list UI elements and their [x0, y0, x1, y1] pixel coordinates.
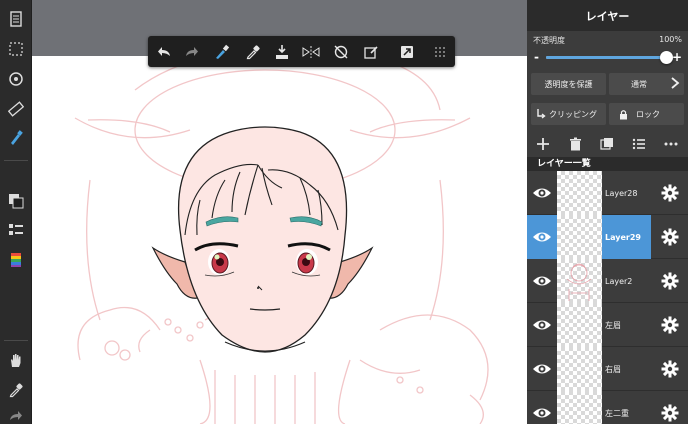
redo-icon[interactable] — [180, 40, 204, 63]
blend-mode-label: 通常 — [631, 79, 647, 89]
layer-panel: レイヤー 不透明度 100% - + 透明度を保護 通常 クリッピング ロック … — [527, 0, 688, 424]
redo-icon[interactable] — [4, 405, 28, 424]
pages-icon[interactable] — [4, 8, 28, 30]
color-icon[interactable] — [4, 249, 28, 271]
visibility-eye-icon[interactable] — [527, 347, 557, 391]
blend-mode-button[interactable]: 通常 — [609, 73, 684, 95]
layer-name: Layer29 — [602, 215, 651, 259]
layer-list-icon[interactable] — [4, 219, 28, 241]
toolbar-divider — [4, 160, 28, 161]
panel-title: レイヤー — [527, 0, 688, 31]
layer-thumbnail — [557, 215, 602, 259]
grid-menu-icon[interactable] — [428, 40, 452, 63]
layers-icon[interactable] — [4, 190, 28, 212]
layer-name: 左眉 — [605, 320, 621, 330]
lock-icon — [619, 109, 628, 120]
protect-alpha-button[interactable]: 透明度を保護 — [531, 73, 606, 95]
visibility-eye-icon[interactable] — [527, 259, 557, 303]
app-window: レイヤー 不透明度 100% - + 透明度を保護 通常 クリッピング ロック … — [0, 0, 688, 424]
visibility-eye-icon[interactable] — [527, 391, 557, 424]
layer-list-title: レイヤー一覧 — [527, 157, 688, 171]
opacity-value: 100% — [659, 35, 682, 44]
ruler-icon[interactable] — [4, 98, 28, 120]
opacity-slider-fill — [546, 56, 666, 59]
gear-icon[interactable] — [657, 215, 683, 259]
gear-icon[interactable] — [657, 391, 683, 424]
more-options-icon[interactable] — [661, 134, 681, 154]
undo-icon[interactable] — [152, 40, 176, 63]
add-layer-icon[interactable] — [533, 134, 553, 154]
gear-icon[interactable] — [657, 171, 683, 215]
rotate-icon[interactable] — [329, 40, 353, 63]
layer-row[interactable]: Layer2 — [527, 259, 688, 303]
lock-button[interactable]: ロック — [609, 103, 684, 125]
trash-icon[interactable] — [565, 134, 585, 154]
clipping-button[interactable]: クリッピング — [531, 103, 606, 125]
protect-alpha-label: 透明度を保護 — [544, 79, 593, 89]
layer-name: Layer2 — [605, 276, 633, 286]
layer-name: 左二重 — [605, 408, 629, 418]
clipping-icon — [536, 108, 546, 120]
layer-row[interactable]: Layer29 — [527, 215, 688, 259]
layer-actions — [527, 131, 688, 157]
visibility-eye-icon[interactable] — [527, 303, 557, 347]
layer-name: 右眉 — [605, 364, 621, 374]
selection-icon[interactable] — [4, 38, 28, 60]
layer-thumbnail — [557, 347, 602, 391]
clipping-label: クリッピング — [549, 109, 597, 119]
opacity-slider[interactable] — [546, 51, 673, 64]
visibility-eye-icon[interactable] — [527, 215, 557, 259]
gear-icon[interactable] — [657, 347, 683, 391]
left-toolbar — [0, 0, 32, 424]
clear-icon[interactable] — [359, 40, 383, 63]
flip-icon[interactable] — [299, 40, 323, 63]
lock-label: ロック — [636, 109, 660, 119]
gear-icon[interactable] — [657, 303, 683, 347]
eyedropper-icon[interactable] — [241, 40, 265, 63]
layer-thumbnail — [557, 171, 602, 215]
eyedropper-icon[interactable] — [4, 379, 28, 401]
share-icon[interactable] — [395, 40, 419, 63]
drawing-canvas[interactable] — [32, 56, 527, 424]
list-view-icon[interactable] — [629, 134, 649, 154]
fill-icon[interactable] — [270, 40, 294, 63]
layer-thumbnail — [557, 391, 602, 424]
sketch-thumbnail — [566, 263, 592, 301]
opacity-increase-button[interactable]: + — [672, 50, 682, 64]
face-drawing — [74, 56, 489, 424]
opacity-label: 不透明度 — [533, 36, 565, 45]
layer-row[interactable]: Layer28 — [527, 171, 688, 215]
brush-eraser-icon[interactable] — [210, 40, 234, 63]
transform-icon[interactable] — [4, 68, 28, 90]
layer-row[interactable]: 左二重 — [527, 391, 688, 424]
brush-icon[interactable] — [4, 127, 28, 149]
layer-row[interactable]: 左眉 — [527, 303, 688, 347]
chevron-right-icon — [670, 76, 680, 92]
floating-toolbar — [148, 36, 455, 67]
visibility-eye-icon[interactable] — [527, 171, 557, 215]
gear-icon[interactable] — [657, 259, 683, 303]
opacity-decrease-button[interactable]: - — [534, 50, 539, 64]
hand-icon[interactable] — [4, 349, 28, 371]
toolbar-divider — [4, 340, 28, 341]
layer-name: Layer28 — [605, 188, 638, 198]
layer-row[interactable]: 右眉 — [527, 347, 688, 391]
duplicate-layer-icon[interactable] — [597, 134, 617, 154]
layer-list: Layer28 Layer29 Layer2 左眉 右眉 左二重 — [527, 171, 688, 424]
layer-thumbnail — [557, 259, 602, 303]
face — [177, 126, 348, 353]
layer-thumbnail — [557, 303, 602, 347]
